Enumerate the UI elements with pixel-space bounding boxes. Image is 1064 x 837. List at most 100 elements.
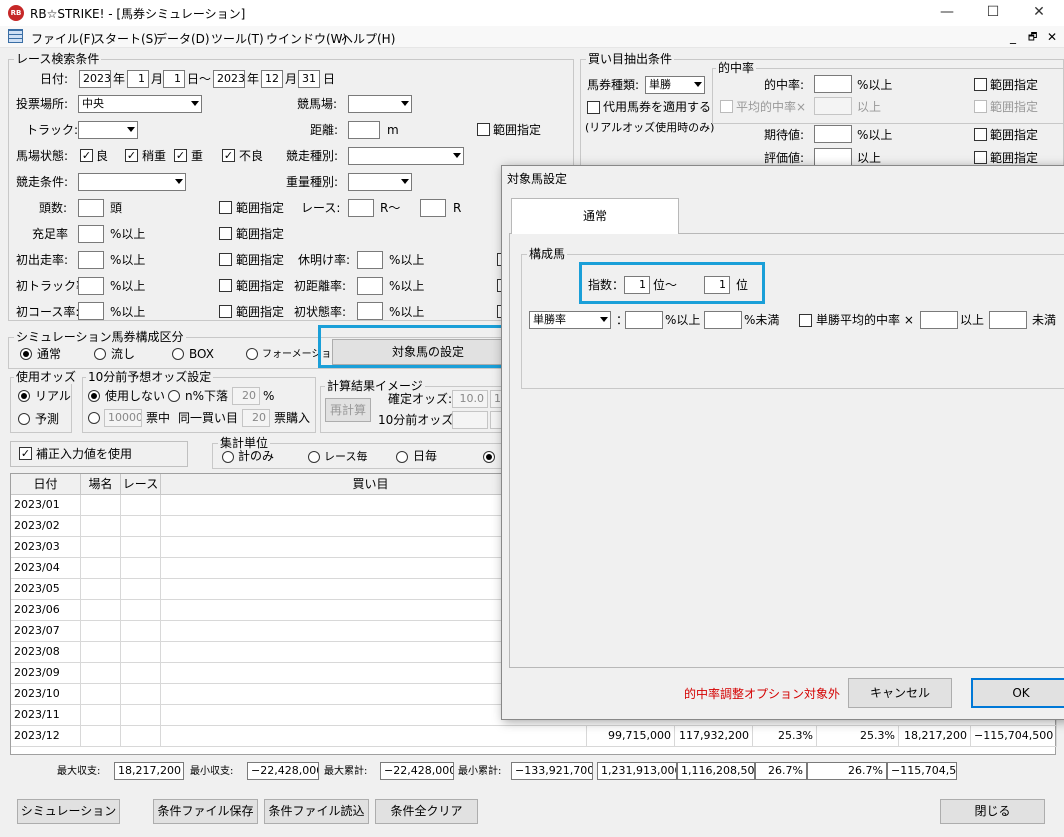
first-run-field[interactable]: [78, 251, 104, 269]
menu-help[interactable]: ヘルプ(H): [341, 30, 395, 47]
to-year-field[interactable]: 2023: [213, 70, 245, 88]
distance-range-checkbox[interactable]: [477, 123, 490, 136]
recalc-button[interactable]: 再計算: [325, 398, 371, 422]
going-good-checkbox[interactable]: ✓: [80, 149, 93, 162]
to-month-field[interactable]: 12: [261, 70, 283, 88]
target-horse-settings-button[interactable]: 対象馬の設定: [332, 339, 524, 365]
first-course-range-checkbox[interactable]: [219, 305, 232, 318]
odds-forecast-radio[interactable]: [18, 413, 30, 425]
cancel-button[interactable]: キャンセル: [848, 678, 952, 708]
avg-hit-checkbox[interactable]: [720, 100, 733, 113]
race-to-field[interactable]: [420, 199, 446, 217]
sim-box-radio[interactable]: [172, 348, 184, 360]
hit-rate-field[interactable]: [814, 75, 852, 93]
going-heavy-checkbox[interactable]: ✓: [174, 149, 187, 162]
sim-formation-radio[interactable]: [246, 348, 258, 360]
menu-start[interactable]: スタート(S): [93, 30, 158, 47]
race-from-field[interactable]: [348, 199, 374, 217]
avg-win-min-field[interactable]: [920, 311, 958, 329]
col-date-header[interactable]: 日付: [11, 474, 81, 495]
odds10-same-field[interactable]: 20: [242, 409, 270, 427]
ticket-type-select[interactable]: 単勝: [645, 76, 705, 94]
col-place-header[interactable]: 場名: [81, 474, 121, 495]
correction-checkbox[interactable]: ✓: [19, 447, 32, 460]
win-rate-select[interactable]: 単勝率: [529, 311, 611, 329]
going-slightly-heavy-checkbox[interactable]: ✓: [125, 149, 138, 162]
race-condition-select[interactable]: [78, 173, 186, 191]
avg-hit-field[interactable]: [814, 97, 852, 115]
index-from-field[interactable]: 1: [624, 276, 650, 294]
table-row[interactable]: 2023/12 99,715,000 117,932,200 25.3% 25.…: [11, 726, 1057, 747]
fixed-odds-field[interactable]: 10.0: [452, 390, 488, 408]
from-year-field[interactable]: 2023: [79, 70, 111, 88]
maximize-button[interactable]: ☐: [970, 0, 1016, 26]
close-button[interactable]: 閉じる: [940, 799, 1045, 824]
place-label: 投票場所:: [16, 97, 69, 111]
mdi-minimize-button[interactable]: _: [1010, 30, 1016, 44]
heads-range-checkbox[interactable]: [219, 201, 232, 214]
heads-field[interactable]: [78, 199, 104, 217]
clear-conditions-button[interactable]: 条件全クリア: [375, 799, 478, 824]
odds-real-radio[interactable]: [18, 390, 30, 402]
agg-total-radio[interactable]: [222, 451, 234, 463]
from-day-field[interactable]: 1: [163, 70, 185, 88]
win-rate-min-field[interactable]: [625, 311, 663, 329]
index-to-field[interactable]: 1: [704, 276, 730, 294]
odds10-not-use-radio[interactable]: [88, 390, 100, 402]
first-course-field[interactable]: [78, 302, 104, 320]
eval-range-checkbox[interactable]: [974, 151, 987, 164]
first-track-range-checkbox[interactable]: [219, 279, 232, 292]
simulate-button[interactable]: シミュレーション: [17, 799, 120, 824]
agg-day-radio[interactable]: [396, 451, 408, 463]
rest-rate-field[interactable]: [357, 251, 383, 269]
avg-win-hit-checkbox[interactable]: [799, 314, 812, 327]
index-to-unit: 位: [736, 278, 749, 292]
course-select[interactable]: [348, 95, 412, 113]
odds10-votes-field[interactable]: 10000: [104, 409, 142, 427]
menu-tools[interactable]: ツール(T): [211, 30, 264, 47]
load-conditions-button[interactable]: 条件ファイル読込: [264, 799, 369, 824]
first-going-field[interactable]: [357, 302, 383, 320]
odds10-drop-radio[interactable]: [168, 390, 180, 402]
minimize-button[interactable]: —: [924, 0, 970, 26]
distance-field[interactable]: [348, 121, 380, 139]
avg-win-max-field[interactable]: [989, 311, 1027, 329]
agg-race-radio[interactable]: [308, 451, 320, 463]
odds10-drop-field[interactable]: 20: [232, 387, 260, 405]
menu-window[interactable]: ウインドウ(W): [266, 30, 347, 47]
before-odds-field[interactable]: [452, 411, 488, 429]
going-bad-checkbox[interactable]: ✓: [222, 149, 235, 162]
weight-type-select[interactable]: [348, 173, 412, 191]
menu-data[interactable]: データ(D): [155, 30, 210, 47]
sim-normal-radio[interactable]: [20, 348, 32, 360]
track-select[interactable]: [78, 121, 138, 139]
ok-button[interactable]: OK: [971, 678, 1064, 708]
ev-field[interactable]: [814, 125, 852, 143]
win-rate-max-field[interactable]: [704, 311, 742, 329]
substitute-checkbox[interactable]: [587, 101, 600, 114]
tab-normal[interactable]: 通常: [511, 198, 679, 234]
mdi-close-button[interactable]: ✕: [1047, 30, 1057, 44]
ev-range-checkbox[interactable]: [974, 128, 987, 141]
sim-flow-radio[interactable]: [94, 348, 106, 360]
odds10-votes-radio[interactable]: [88, 412, 100, 424]
first-run-range-checkbox[interactable]: [219, 253, 232, 266]
race-type-select[interactable]: [348, 147, 464, 165]
eval-field[interactable]: [814, 148, 852, 166]
place-select[interactable]: 中央: [78, 95, 202, 113]
first-distance-field[interactable]: [357, 277, 383, 295]
hit-rate-range-checkbox[interactable]: [974, 78, 987, 91]
first-track-field[interactable]: [78, 277, 104, 295]
close-window-button[interactable]: ✕: [1016, 0, 1062, 26]
fill-rate-field[interactable]: [78, 225, 104, 243]
agg-month-radio[interactable]: [483, 451, 495, 463]
heads-label: 頭数:: [39, 201, 68, 215]
save-conditions-button[interactable]: 条件ファイル保存: [153, 799, 258, 824]
from-month-field[interactable]: 1: [127, 70, 149, 88]
menu-file[interactable]: ファイル(F): [31, 30, 95, 47]
col-race-header[interactable]: レース: [121, 474, 161, 495]
mdi-restore-button[interactable]: 🗗: [1028, 30, 1037, 47]
avg-hit-range-checkbox[interactable]: [974, 100, 987, 113]
to-day-field[interactable]: 31: [298, 70, 320, 88]
fill-rate-range-checkbox[interactable]: [219, 227, 232, 240]
